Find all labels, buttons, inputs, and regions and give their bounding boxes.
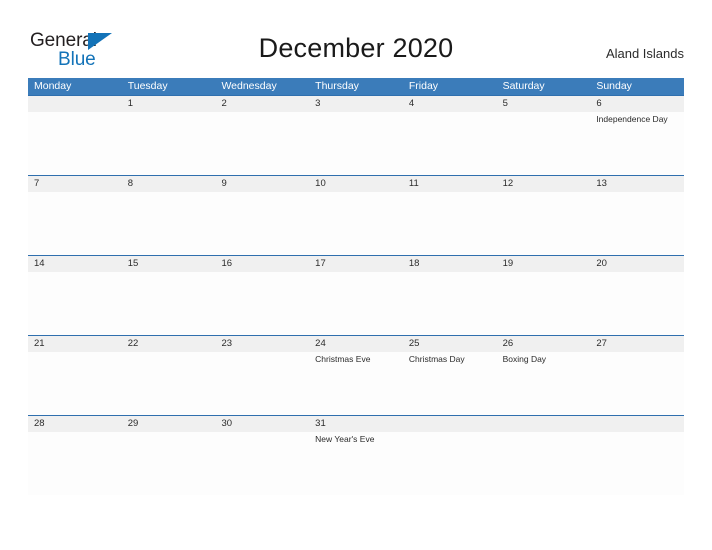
day-cell[interactable]: 19 (497, 256, 591, 335)
day-number (596, 416, 684, 432)
day-cell[interactable]: 6 Independence Day (590, 96, 684, 175)
holiday-label: New Year's Eve (315, 434, 375, 444)
day-cell[interactable]: 26 Boxing Day (497, 336, 591, 415)
day-cell[interactable]: 16 (215, 256, 309, 335)
day-cell[interactable]: 12 (497, 176, 591, 255)
day-number: 1 (127, 98, 134, 109)
weekday-header-friday: Friday (408, 80, 439, 92)
day-cell[interactable]: 21 (28, 336, 122, 415)
day-number: 3 (315, 98, 321, 109)
day-cell[interactable]: 29 (122, 416, 216, 495)
weekday-header-wednesday: Wednesday (221, 80, 277, 92)
day-cell[interactable]: 15 (122, 256, 216, 335)
day-number: 2 (221, 98, 227, 109)
day-cell[interactable]: 27 (590, 336, 684, 415)
day-number: 4 (408, 98, 415, 109)
day-cell[interactable]: 4 (403, 96, 497, 175)
day-number: 26 (502, 338, 514, 349)
region-label: Aland Islands (605, 46, 684, 61)
day-cell[interactable]: 20 (590, 256, 684, 335)
day-cell[interactable]: 8 (122, 176, 216, 255)
day-number: 24 (315, 338, 326, 349)
day-number: 18 (408, 258, 420, 269)
day-number: 21 (34, 338, 45, 349)
day-events: Independence Day (596, 113, 684, 125)
day-number (34, 96, 122, 112)
holiday-label: Independence Day (596, 114, 668, 124)
page-header: General Blue December 2020 Aland Islands (0, 0, 712, 78)
calendar-page: General Blue December 2020 Aland Islands… (0, 0, 712, 550)
day-number: 9 (221, 178, 227, 189)
week-row: 1 2 3 4 5 6 Independence Day (28, 95, 684, 175)
day-cell[interactable]: 3 (309, 96, 403, 175)
day-number: 20 (596, 258, 607, 269)
day-number: 22 (127, 338, 139, 349)
day-cell[interactable] (403, 416, 497, 495)
day-number: 23 (221, 338, 233, 349)
day-cell[interactable]: 1 (122, 96, 216, 175)
day-number (409, 416, 497, 432)
day-cell[interactable]: 25 Christmas Day (403, 336, 497, 415)
day-cell[interactable] (590, 416, 684, 495)
day-events: New Year's Eve (315, 433, 403, 445)
day-number: 10 (315, 178, 326, 189)
weekday-header-sunday: Sunday (596, 80, 632, 92)
day-cell[interactable]: 24 Christmas Eve (309, 336, 403, 415)
day-cell[interactable]: 28 (28, 416, 122, 495)
day-number: 25 (408, 338, 420, 349)
day-number: 13 (596, 178, 607, 189)
day-number: 17 (315, 258, 326, 269)
weekday-header-tuesday: Tuesday (127, 80, 168, 92)
day-number: 16 (221, 258, 233, 269)
day-cell[interactable]: 22 (122, 336, 216, 415)
day-number: 28 (34, 418, 45, 429)
day-number: 7 (34, 178, 40, 189)
day-cell[interactable]: 17 (309, 256, 403, 335)
day-cell[interactable]: 2 (215, 96, 309, 175)
day-number: 19 (502, 258, 514, 269)
day-cell[interactable]: 23 (215, 336, 309, 415)
day-cell[interactable]: 30 (215, 416, 309, 495)
day-number: 6 (596, 98, 602, 109)
day-number: 29 (127, 418, 139, 429)
day-events: Boxing Day (503, 353, 591, 365)
day-number: 27 (596, 338, 607, 349)
holiday-label: Christmas Eve (315, 354, 371, 364)
day-number (503, 416, 591, 432)
week-row: 28 29 30 31 New Year's Eve (28, 415, 684, 495)
day-events: Christmas Day (409, 353, 497, 365)
day-cell[interactable]: 14 (28, 256, 122, 335)
day-number: 5 (502, 98, 508, 109)
holiday-label: Christmas Day (408, 354, 465, 364)
day-number: 31 (315, 418, 326, 429)
week-row: 21 22 23 24 Christmas Eve 25 Christmas D… (28, 335, 684, 415)
weekday-header-monday: Monday (34, 80, 72, 92)
day-number: 12 (502, 178, 514, 189)
day-cell[interactable]: 5 (497, 96, 591, 175)
day-cell[interactable]: 13 (590, 176, 684, 255)
week-row: 7 8 9 10 11 12 13 (28, 175, 684, 255)
day-events: Christmas Eve (315, 353, 403, 365)
weekday-header-row: Monday Tuesday Wednesday Thursday Friday… (28, 78, 684, 95)
day-cell[interactable]: 31 New Year's Eve (309, 416, 403, 495)
calendar-grid: Monday Tuesday Wednesday Thursday Friday… (28, 78, 684, 495)
day-cell[interactable]: 10 (309, 176, 403, 255)
day-cell[interactable] (497, 416, 591, 495)
weekday-header-thursday: Thursday (315, 80, 359, 92)
day-cell[interactable]: 11 (403, 176, 497, 255)
holiday-label: Boxing Day (502, 354, 547, 364)
day-cell[interactable]: 18 (403, 256, 497, 335)
day-number: 8 (127, 178, 134, 189)
day-number: 11 (408, 178, 419, 189)
week-row: 14 15 16 17 18 19 20 (28, 255, 684, 335)
day-number: 30 (221, 418, 233, 429)
day-number: 14 (34, 258, 45, 269)
day-cell[interactable]: 9 (215, 176, 309, 255)
day-cell[interactable] (28, 96, 122, 175)
weekday-header-saturday: Saturday (502, 80, 545, 92)
day-cell[interactable]: 7 (28, 176, 122, 255)
day-number: 15 (127, 258, 139, 269)
